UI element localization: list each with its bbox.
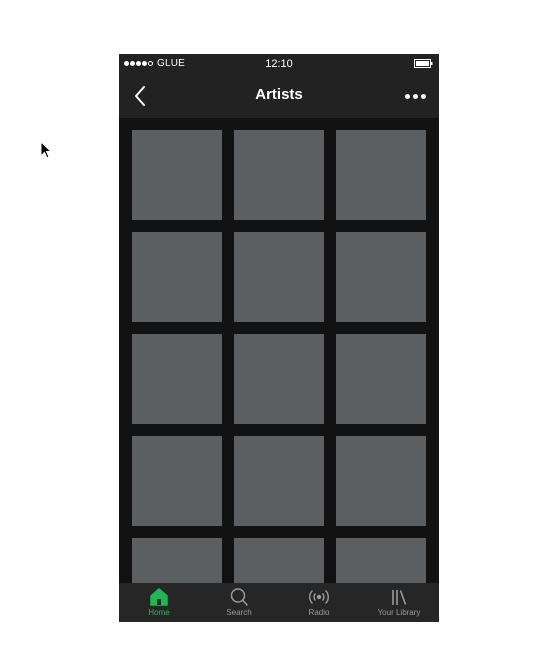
artist-tile[interactable] (336, 436, 426, 526)
artist-tile[interactable] (132, 232, 222, 322)
more-dot (404, 93, 410, 99)
radio-icon (309, 589, 329, 605)
mouse-pointer-icon (40, 141, 52, 159)
phone-screen: GLUE 12:10 Artists Home Search Radio You… (119, 54, 439, 622)
status-bar: GLUE 12:10 (119, 54, 439, 74)
battery-icon (414, 59, 433, 68)
artist-tile[interactable] (336, 130, 426, 220)
library-icon (392, 590, 407, 605)
navigation-bar: Artists (119, 74, 439, 118)
artist-tile[interactable] (234, 130, 324, 220)
artist-tile[interactable] (336, 232, 426, 322)
tab-home[interactable]: Home (119, 583, 199, 622)
page-title: Artists (255, 86, 303, 103)
search-icon (230, 588, 248, 606)
artist-tile[interactable] (132, 130, 222, 220)
status-time: 12:10 (265, 58, 293, 70)
tab-radio[interactable]: Radio (279, 583, 359, 622)
more-horizontal-icon[interactable] (401, 88, 429, 104)
tab-label: Radio (308, 608, 330, 617)
tab-label: Search (226, 608, 252, 617)
artist-tile[interactable] (132, 436, 222, 526)
artist-tile[interactable] (234, 232, 324, 322)
artist-tile[interactable] (132, 334, 222, 424)
tab-your-library[interactable]: Your Library (359, 583, 439, 622)
artists-grid (132, 130, 426, 622)
tab-bar: Home Search Radio Your Library (119, 583, 439, 622)
tab-label: Your Library (377, 608, 421, 617)
more-dot (412, 93, 418, 99)
home-icon (150, 588, 168, 606)
tab-search[interactable]: Search (199, 583, 279, 622)
more-dot (420, 93, 426, 99)
artist-tile[interactable] (234, 436, 324, 526)
artist-tile[interactable] (336, 334, 426, 424)
tab-label: Home (148, 608, 170, 617)
artist-tile[interactable] (234, 334, 324, 424)
